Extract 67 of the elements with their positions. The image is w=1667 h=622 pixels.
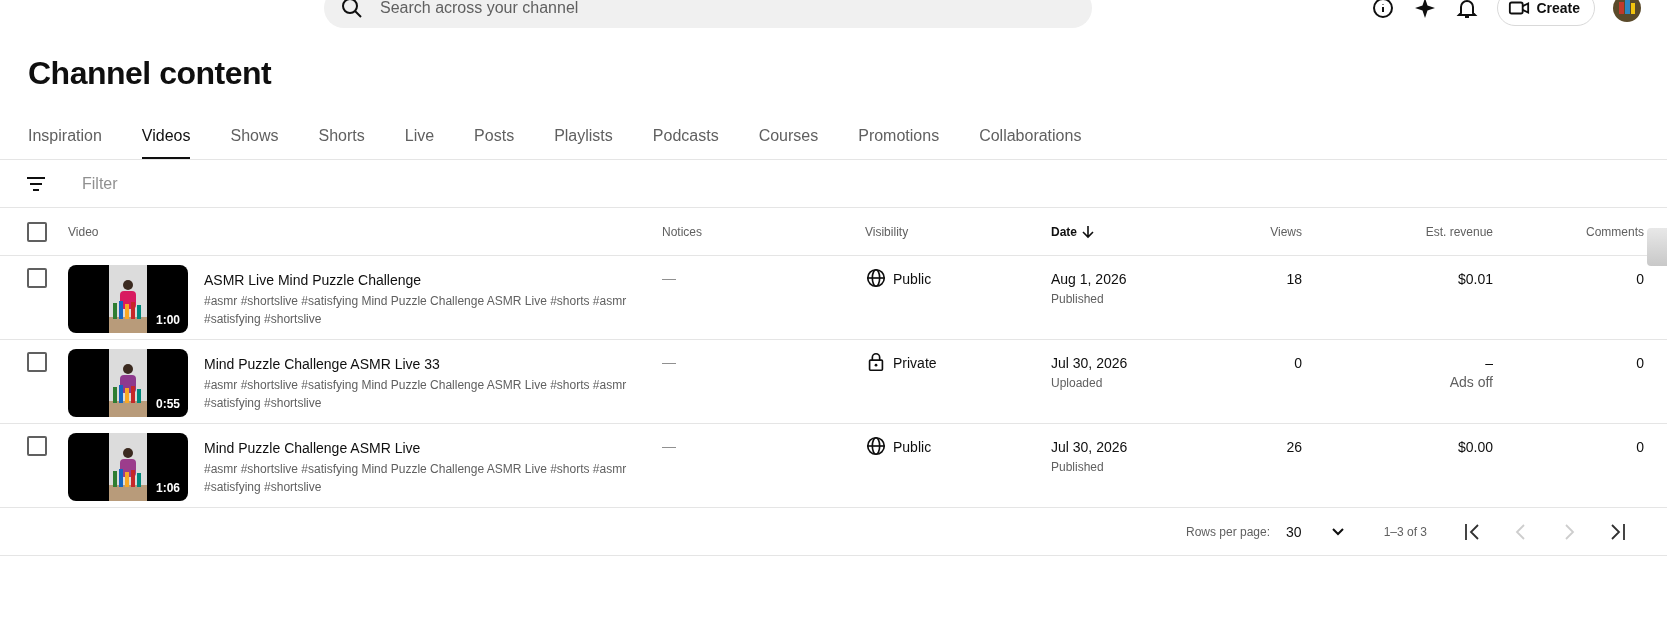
checkbox[interactable] [27, 352, 47, 372]
tab[interactable]: Live [404, 119, 435, 159]
avatar[interactable] [1613, 0, 1641, 22]
views-count: 0 [1294, 354, 1302, 373]
duration-label: 0:55 [155, 397, 180, 411]
globe-icon[interactable] [865, 435, 887, 457]
tab[interactable]: Shows [230, 119, 279, 159]
video-description: #asmr #shortslive #satisfying Mind Puzzle Challenge ASMR Live #shorts #asmr #satisfying #shortslive [204, 293, 628, 328]
checkbox[interactable] [27, 221, 47, 242]
column-header[interactable]: Est. revenue [1425, 224, 1493, 239]
video-title[interactable]: Mind Puzzle Challenge ASMR Live 33 [204, 354, 634, 374]
notices-text: — [662, 438, 676, 456]
globe-icon[interactable] [865, 267, 887, 289]
revenue-value: $0.01 [1457, 270, 1493, 288]
rows-per-page-select[interactable]: 30 [1286, 523, 1346, 540]
search-icon[interactable] [340, 0, 364, 20]
page-range: 1–3 of 3 [1383, 524, 1427, 539]
notices-text: — [662, 270, 676, 288]
tab[interactable]: Shorts [318, 119, 365, 159]
video-description: #asmr #shortslive #satisfying Mind Puzzle Challenge ASMR Live #shorts #asmr #satisfying #shortslive [204, 461, 628, 496]
side-handle[interactable] [1647, 228, 1667, 266]
column-header[interactable]: Comments [1586, 224, 1644, 239]
date-status: Published [1051, 460, 1105, 474]
date-status: Uploaded [1051, 376, 1104, 390]
checkbox[interactable] [27, 268, 47, 288]
notices-text: — [662, 354, 676, 372]
video-title[interactable]: ASMR Live Mind Puzzle Challenge [204, 270, 634, 290]
tab[interactable]: Playlists [554, 119, 613, 159]
page-title: Channel content [28, 54, 273, 93]
column-header[interactable]: Visibility [865, 224, 909, 239]
views-count: 26 [1286, 438, 1302, 457]
column-header[interactable]: Views [1270, 224, 1302, 239]
column-header[interactable]: Date [1051, 224, 1077, 239]
date-text: Jul 30, 2026 [1051, 438, 1129, 456]
video-title[interactable]: Mind Puzzle Challenge ASMR Live [204, 438, 634, 458]
date-text: Jul 30, 2026 [1051, 354, 1129, 372]
tab[interactable]: Podcasts [652, 119, 719, 159]
help-icon[interactable] [1371, 0, 1396, 20]
column-header[interactable]: Video [68, 224, 99, 239]
tab[interactable]: Posts [474, 119, 515, 159]
tab[interactable]: Collaborations [979, 119, 1082, 159]
revenue-value: – [1485, 354, 1493, 372]
duration-label: 1:00 [155, 313, 180, 327]
tab[interactable]: Promotions [858, 119, 940, 159]
bell-icon[interactable] [1455, 0, 1480, 20]
duration-label: 1:06 [155, 481, 180, 495]
video-description: #asmr #shortslive #satisfying Mind Puzzle Challenge ASMR Live #shorts #asmr #satisfying #shortslive [204, 377, 628, 412]
tab[interactable]: Videos [141, 119, 191, 159]
rows-per-page-label: Rows per page: [1186, 524, 1271, 539]
comments-count: 0 [1636, 354, 1644, 373]
date-status: Published [1051, 292, 1105, 306]
revenue-value: $0.00 [1457, 438, 1493, 456]
comments-count: 0 [1636, 270, 1644, 289]
visibility-label: Public [893, 270, 932, 288]
sort-arrow-icon[interactable] [1081, 224, 1095, 239]
visibility-label: Public [893, 438, 932, 456]
visibility-label: Private [893, 354, 937, 372]
tab[interactable]: Courses [758, 119, 819, 159]
column-header[interactable]: Notices [662, 224, 702, 239]
date-text: Aug 1, 2026 [1051, 270, 1128, 288]
search-field[interactable]: Search across your channel [324, 0, 1092, 28]
views-count: 18 [1286, 270, 1302, 289]
comments-count: 0 [1636, 438, 1644, 457]
revenue-note: Ads off [1449, 374, 1493, 390]
create-button[interactable]: Create [1497, 0, 1595, 26]
tab[interactable]: Inspiration [28, 119, 102, 159]
checkbox[interactable] [27, 436, 47, 456]
